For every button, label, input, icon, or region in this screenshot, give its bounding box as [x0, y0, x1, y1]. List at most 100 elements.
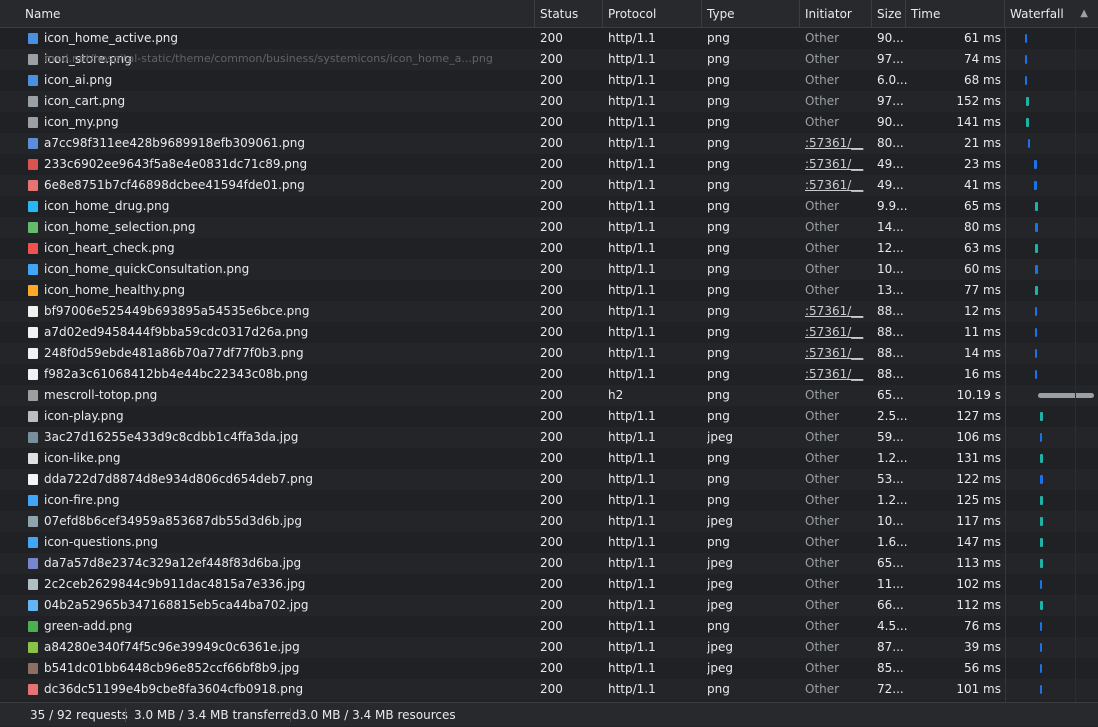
- column-header-name[interactable]: Name: [20, 0, 535, 27]
- request-row[interactable]: 6e8e8751b7cf46898dcbee41594fde01.png 200 h…: [0, 175, 1098, 196]
- initiator-cell: Other: [805, 115, 840, 129]
- request-name-cell[interactable]: dda722d7d8874d8e934d806cd654deb7.png: [24, 469, 529, 490]
- size-cell: 10...: [877, 262, 904, 276]
- request-row[interactable]: 3ac27d16255e433d9c8cdbb1c4ffa3da.jpg 200 h…: [0, 427, 1098, 448]
- request-row[interactable]: a7d02ed9458444f9bba59cdc0317d26a.png 200 h…: [0, 322, 1098, 343]
- request-row[interactable]: mescroll-totop.png 200 h2 png Other 65... 10.1…: [0, 385, 1098, 406]
- request-name-cell[interactable]: icon_home_active.png: [24, 28, 529, 49]
- column-header-status[interactable]: Status: [535, 0, 603, 27]
- initiator-cell[interactable]: :57361/__: [805, 154, 873, 175]
- request-name-cell[interactable]: icon_home_drug.png: [24, 196, 529, 217]
- time-cell: 77 ms: [963, 283, 1001, 297]
- request-row[interactable]: icon_ai.png 200 http/1.1 png Other 6.0... 68 m…: [0, 70, 1098, 91]
- request-name-cell[interactable]: a7cc98f311ee428b9689918efb309061.png: [24, 133, 529, 154]
- request-name-cell[interactable]: 248f0d59ebde481a86b70a77df77f0b3.png: [24, 343, 529, 364]
- request-name-cell[interactable]: a84280e340f74f5c96e39949c0c6361e.jpg: [24, 637, 529, 658]
- time-cell: 16 ms: [963, 367, 1001, 381]
- request-name-cell[interactable]: mescroll-totop.png: [24, 385, 529, 406]
- request-name-cell[interactable]: icon_home_quickConsultation.png: [24, 259, 529, 280]
- request-row[interactable]: icon_my.png 200 http/1.1 png Other 90... 141 m…: [0, 112, 1098, 133]
- request-name-cell[interactable]: icon_my.png: [24, 112, 529, 133]
- file-type-icon: [28, 306, 38, 317]
- request-name: a84280e340f74f5c96e39949c0c6361e.jpg: [44, 640, 300, 654]
- column-header-type[interactable]: Type: [702, 0, 800, 27]
- request-row[interactable]: b541dc01bb6448cb96e852ccf66bf8b9.jpg 200 h…: [0, 658, 1098, 679]
- status-cell: 200: [540, 640, 563, 654]
- status-cell: 200: [540, 619, 563, 633]
- request-name-cell[interactable]: icon_cart.png: [24, 91, 529, 112]
- type-cell: jpeg: [707, 598, 733, 612]
- column-header-size[interactable]: Size: [872, 0, 906, 27]
- request-name-cell[interactable]: 3ac27d16255e433d9c8cdbb1c4ffa3da.jpg: [24, 427, 529, 448]
- request-row[interactable]: 2c2ceb2629844c9b911dac4815a7e336.jpg 200 h…: [0, 574, 1098, 595]
- request-row[interactable]: icon_home_selection.png 200 http/1.1 png Oth…: [0, 217, 1098, 238]
- initiator-cell[interactable]: :57361/__: [805, 343, 873, 364]
- request-row[interactable]: icon_cart.png 200 http/1.1 png Other 97... 152…: [0, 91, 1098, 112]
- protocol-cell: http/1.1: [608, 94, 656, 108]
- request-row[interactable]: icon_home_quickConsultation.png 200 http/1…: [0, 259, 1098, 280]
- request-row[interactable]: 04b2a52965b347168815eb5ca44ba702.jpg 200 h…: [0, 595, 1098, 616]
- initiator-cell[interactable]: :57361/__: [805, 364, 873, 385]
- column-header-initiator[interactable]: Initiator: [800, 0, 872, 27]
- request-row[interactable]: dda722d7d8874d8e934d806cd654deb7.png 200 h…: [0, 469, 1098, 490]
- request-name-cell[interactable]: 04b2a52965b347168815eb5ca44ba702.jpg: [24, 595, 529, 616]
- request-row[interactable]: icon-questions.png 200 http/1.1 png Other 1.6…: [0, 532, 1098, 553]
- request-name-cell[interactable]: icon_home_healthy.png: [24, 280, 529, 301]
- request-row[interactable]: a7cc98f311ee428b9689918efb309061.png 200 h…: [0, 133, 1098, 154]
- request-row[interactable]: a84280e340f74f5c96e39949c0c6361e.jpg 200 h…: [0, 637, 1098, 658]
- request-row[interactable]: icon_home_active.png 200 http/1.1 png Other 9…: [0, 28, 1098, 49]
- initiator-cell[interactable]: :57361/__: [805, 133, 873, 154]
- request-name-cell[interactable]: a7d02ed9458444f9bba59cdc0317d26a.png: [24, 322, 529, 343]
- request-row[interactable]: 233c6902ee9643f5a8e4e0831dc71c89.png 200 h…: [0, 154, 1098, 175]
- request-name-cell[interactable]: f982a3c61068412bb4e44bc22343c08b.png: [24, 364, 529, 385]
- request-row[interactable]: icon-like.png 200 http/1.1 png Other 1.2... 13…: [0, 448, 1098, 469]
- request-name-cell[interactable]: icon-questions.png: [24, 532, 529, 553]
- request-name-cell[interactable]: green-add.png: [24, 616, 529, 637]
- initiator-cell[interactable]: :57361/__: [805, 322, 873, 343]
- request-row[interactable]: green-add.png 200 http/1.1 png Other 4.5... 76…: [0, 616, 1098, 637]
- initiator-cell[interactable]: :57361/__: [805, 175, 873, 196]
- waterfall-bar: [1025, 55, 1027, 64]
- request-name-cell[interactable]: dc36dc51199e4b9cbe8fa3604cfb0918.png: [24, 679, 529, 700]
- initiator-cell: Other: [805, 388, 840, 402]
- request-name-cell[interactable]: 2c2ceb2629844c9b911dac4815a7e336.jpg: [24, 574, 529, 595]
- file-type-icon: [28, 75, 38, 86]
- request-row[interactable]: 07efd8b6cef34959a853687db55d3d6b.jpg 200 h…: [0, 511, 1098, 532]
- status-cell: 200: [540, 157, 563, 171]
- waterfall-bar: [1035, 370, 1037, 379]
- column-header-time[interactable]: Time: [906, 0, 1005, 27]
- request-name-cell[interactable]: bf97006e525449b693895a54535e6bce.png: [24, 301, 529, 322]
- request-row[interactable]: icon-fire.png 200 http/1.1 png Other 1.2... 12…: [0, 490, 1098, 511]
- request-name-cell[interactable]: icon_ai.png: [24, 70, 529, 91]
- type-cell: png: [707, 157, 730, 171]
- request-name: 233c6902ee9643f5a8e4e0831dc71c89.png: [44, 157, 308, 171]
- file-type-icon: [28, 285, 38, 296]
- file-type-icon: [28, 159, 38, 170]
- request-name-cell[interactable]: icon-like.png: [24, 448, 529, 469]
- request-name-cell[interactable]: b541dc01bb6448cb96e852ccf66bf8b9.jpg: [24, 658, 529, 679]
- request-name-cell[interactable]: 6e8e8751b7cf46898dcbee41594fde01.png: [24, 175, 529, 196]
- request-row[interactable]: 248f0d59ebde481a86b70a77df77f0b3.png 200 h…: [0, 343, 1098, 364]
- initiator-cell: Other: [805, 262, 840, 276]
- size-cell: 49...: [877, 157, 904, 171]
- request-name-cell[interactable]: 07efd8b6cef34959a853687db55d3d6b.jpg: [24, 511, 529, 532]
- request-name-cell[interactable]: da7a57d8e2374c329a12ef448f83d6ba.jpg: [24, 553, 529, 574]
- request-row[interactable]: da7a57d8e2374c329a12ef448f83d6ba.jpg 200 h…: [0, 553, 1098, 574]
- type-cell: jpeg: [707, 430, 733, 444]
- request-row[interactable]: f982a3c61068412bb4e44bc22343c08b.png 200 h…: [0, 364, 1098, 385]
- request-row[interactable]: icon-play.png 200 http/1.1 png Other 2.5... 12…: [0, 406, 1098, 427]
- request-row[interactable]: icon_home_drug.png 200 http/1.1 png Other 9.9…: [0, 196, 1098, 217]
- request-row[interactable]: dc36dc51199e4b9cbe8fa3604cfb0918.png 200 h…: [0, 679, 1098, 700]
- column-header-protocol[interactable]: Protocol: [603, 0, 702, 27]
- initiator-cell[interactable]: :57361/__: [805, 301, 873, 322]
- waterfall-bar: [1026, 97, 1029, 106]
- request-name-cell[interactable]: 233c6902ee9643f5a8e4e0831dc71c89.png: [24, 154, 529, 175]
- request-row[interactable]: icon_home_healthy.png 200 http/1.1 png Other…: [0, 280, 1098, 301]
- request-name-cell[interactable]: icon-fire.png: [24, 490, 529, 511]
- request-name-cell[interactable]: icon_heart_check.png: [24, 238, 529, 259]
- request-row[interactable]: icon_heart_check.png 200 http/1.1 png Other 1…: [0, 238, 1098, 259]
- request-name-cell[interactable]: icon-play.png: [24, 406, 529, 427]
- column-header-waterfall[interactable]: Waterfall ▲: [1005, 0, 1098, 27]
- request-row[interactable]: bf97006e525449b693895a54535e6bce.png 200 h…: [0, 301, 1098, 322]
- request-name-cell[interactable]: icon_home_selection.png: [24, 217, 529, 238]
